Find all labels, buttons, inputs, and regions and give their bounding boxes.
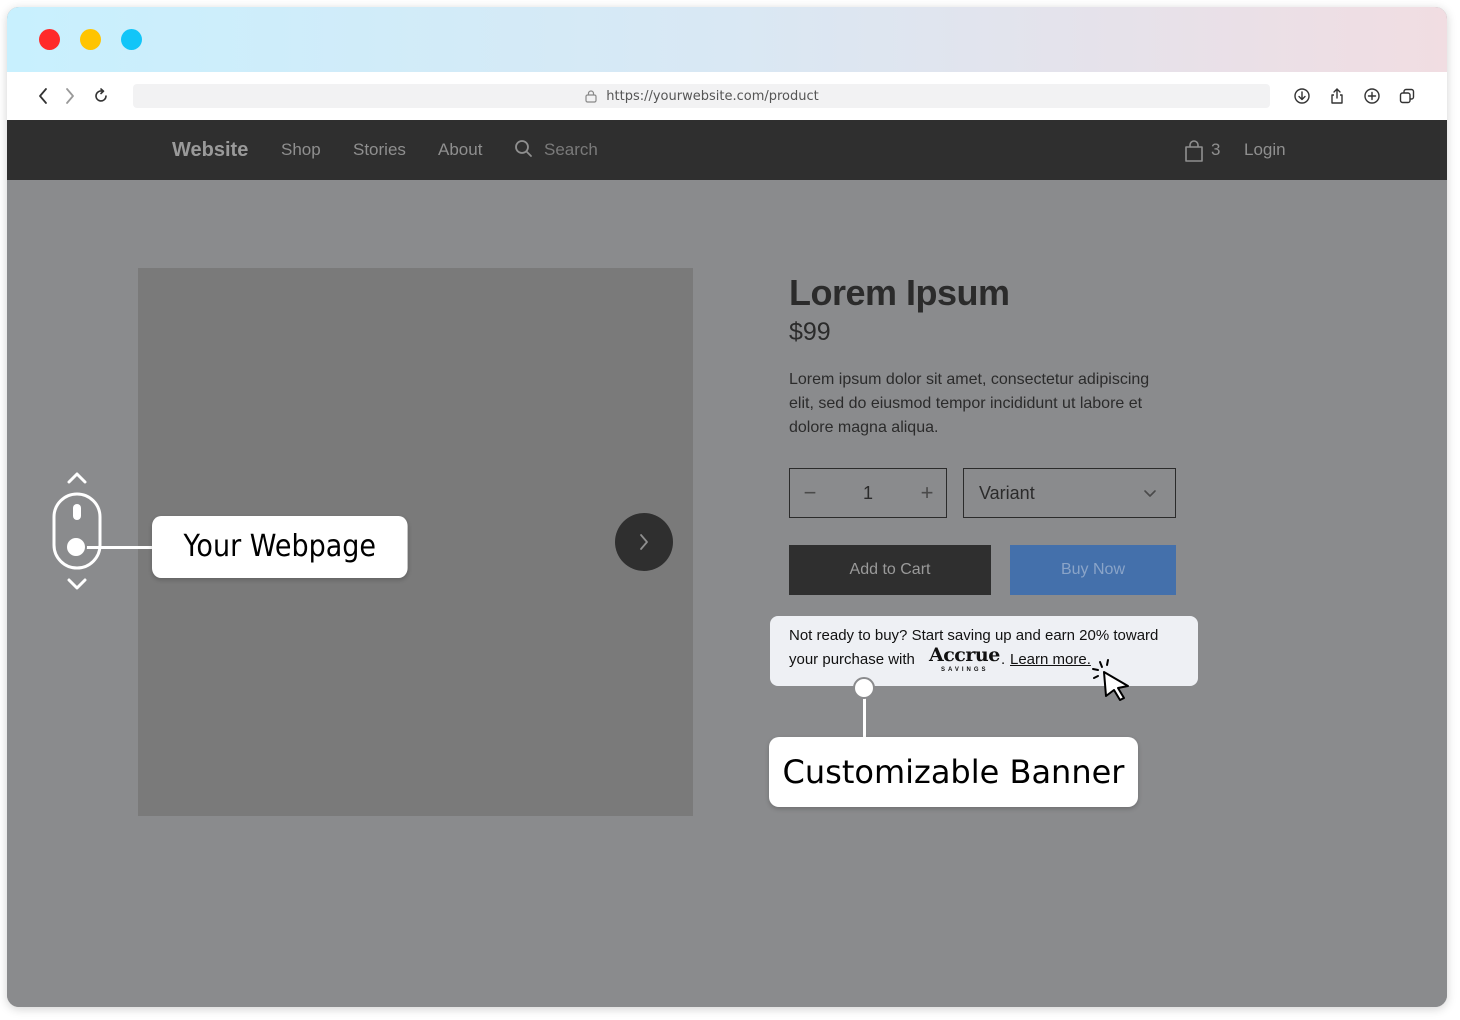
quantity-stepper: − 1 + [789,468,947,518]
download-icon[interactable] [1290,84,1314,108]
click-cursor-icon [1092,659,1129,701]
lock-icon [585,90,597,103]
quantity-value[interactable]: 1 [858,481,878,505]
reload-icon[interactable] [89,84,113,108]
search-icon[interactable] [514,139,534,159]
site-logo[interactable]: Website [172,120,248,180]
page-content: Lorem Ipsum $99 Lorem ipsum dolor sit am… [7,180,1447,1007]
browser-toolbar: https://yourwebsite.com/product [7,72,1447,120]
tabs-icon[interactable] [1395,84,1419,108]
scroll-mouse-icon [52,472,102,590]
cart-count[interactable]: 3 [1211,120,1220,180]
banner-callout-label: Customizable Banner [769,737,1138,807]
login-link[interactable]: Login [1244,120,1286,180]
banner-period: . [1001,651,1006,668]
product-title: Lorem Ipsum [789,272,1010,313]
url-text: https://yourwebsite.com/product [606,88,819,104]
maximize-window-button[interactable] [121,29,142,50]
title-bar [7,7,1447,72]
nav-shop[interactable]: Shop [281,120,321,180]
banner-text-line2: your purchase with [789,651,915,668]
shopping-bag-icon[interactable] [1183,139,1205,163]
address-bar[interactable]: https://yourwebsite.com/product [133,84,1270,108]
close-window-button[interactable] [39,29,60,50]
webpage-callout-knob [65,536,87,558]
next-image-button[interactable] [615,513,673,571]
new-tab-icon[interactable] [1360,84,1384,108]
accrue-logo-sub: SAVINGS [941,667,989,673]
webpage-callout-line [85,546,155,549]
browser-window: https://yourwebsite.com/product Website … [7,7,1447,1007]
search-input[interactable]: Search [544,120,598,180]
banner-callout-knob [853,677,875,699]
nav-stories[interactable]: Stories [353,120,406,180]
decrease-quantity-button[interactable]: − [800,481,820,505]
site-navbar: Website Shop Stories About Search 3 Logi… [7,120,1447,180]
product-description: Lorem ipsum dolor sit amet, consectetur … [789,371,1150,436]
minimize-window-button[interactable] [80,29,101,50]
increase-quantity-button[interactable]: + [917,481,937,505]
webpage-callout-label: Your Webpage [152,516,408,578]
variant-label: Variant [979,483,1035,503]
product-price: $99 [789,318,831,346]
accrue-logo: Accrue SAVINGS [929,644,1009,678]
chevron-down-icon [1144,490,1156,497]
buy-now-button[interactable]: Buy Now [1010,545,1176,595]
accrue-banner: Not ready to buy? Start saving up and ea… [770,616,1198,701]
forward-icon[interactable] [58,84,82,108]
accrue-logo-word: Accrue [929,644,1000,666]
share-icon[interactable] [1325,84,1349,108]
learn-more-link[interactable]: Learn more. [1010,651,1091,668]
add-to-cart-button[interactable]: Add to Cart [789,545,991,595]
back-icon[interactable] [31,84,55,108]
banner-text-line1: Not ready to buy? Start saving up and ea… [789,627,1159,644]
variant-select[interactable]: Variant [963,468,1176,518]
nav-about[interactable]: About [438,120,482,180]
chevron-right-icon [640,534,648,550]
